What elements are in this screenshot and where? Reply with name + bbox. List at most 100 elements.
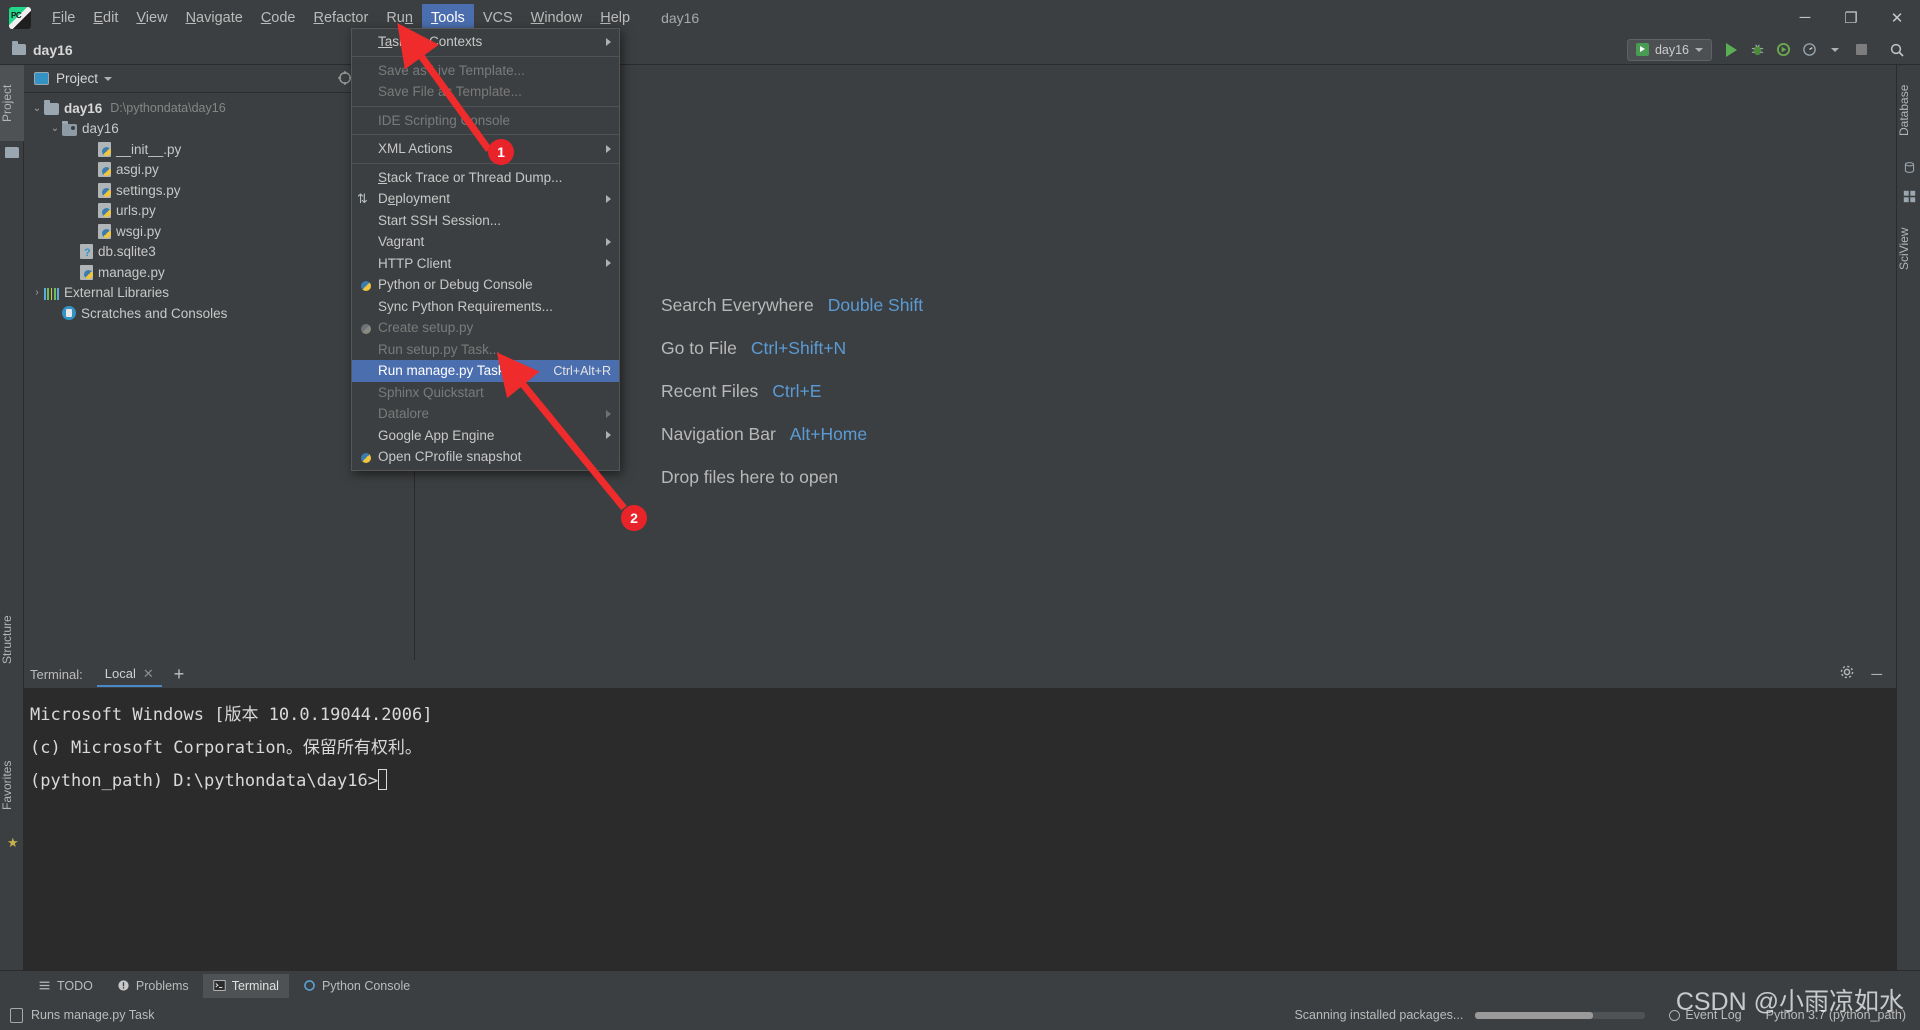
menu-item-start-ssh-session[interactable]: Start SSH Session... bbox=[352, 210, 619, 232]
menu-item-vagrant[interactable]: Vagrant bbox=[352, 231, 619, 253]
folder-icon[interactable] bbox=[5, 147, 19, 159]
menu-item-label: Stack Trace or Thread Dump... bbox=[378, 169, 563, 185]
menu-item-deployment[interactable]: ⇅ Deployment bbox=[352, 188, 619, 210]
source-folder-icon bbox=[62, 120, 77, 136]
submenu-arrow-icon bbox=[606, 194, 611, 203]
terminal-tool-window: Terminal: Local ✕ + ─ Microsoft Windows … bbox=[24, 660, 1896, 970]
menu-item-run-manage-py-task[interactable]: Run manage.py Task... Ctrl+Alt+R bbox=[352, 360, 619, 382]
run-button[interactable] bbox=[1718, 37, 1744, 63]
run-config-label: day16 bbox=[1654, 42, 1689, 57]
menu-item-label: Save File as Template... bbox=[378, 84, 522, 100]
chevron-icon[interactable]: › bbox=[30, 287, 44, 298]
close-icon[interactable]: ✕ bbox=[143, 666, 154, 682]
maximize-button[interactable]: ❐ bbox=[1828, 0, 1874, 35]
annotation-badge-1: 1 bbox=[488, 139, 514, 165]
menu-item-xml-actions[interactable]: XML Actions bbox=[352, 138, 619, 160]
submenu-arrow-icon bbox=[606, 409, 611, 418]
tree-node-label: External Libraries bbox=[64, 285, 170, 301]
menu-item-http-client[interactable]: HTTP Client bbox=[352, 253, 619, 275]
bottom-tab-problems[interactable]: Problems bbox=[107, 974, 199, 998]
tree-node-label: manage.py bbox=[98, 264, 165, 280]
database-file-icon bbox=[80, 244, 93, 260]
left-tool-strip: Project Structure Favorites ★ bbox=[0, 65, 24, 970]
right-tool-strip: Database SciView bbox=[1896, 65, 1920, 970]
bottom-tab-terminal[interactable]: Terminal bbox=[202, 973, 289, 998]
menu-separator bbox=[352, 134, 619, 135]
terminal-tab-local[interactable]: Local ✕ bbox=[96, 662, 162, 687]
sidebar-tab-sciview[interactable]: SciView bbox=[1897, 213, 1920, 285]
menu-item-shortcut: Ctrl+Alt+R bbox=[553, 363, 611, 378]
menu-item-label: Sphinx Quickstart bbox=[378, 384, 484, 400]
libraries-icon bbox=[44, 287, 59, 301]
progress-fill bbox=[1475, 1011, 1594, 1019]
close-button[interactable]: ✕ bbox=[1874, 0, 1920, 35]
run-coverage-button[interactable] bbox=[1770, 37, 1796, 63]
profile-button[interactable] bbox=[1796, 37, 1822, 63]
tree-node-label: Scratches and Consoles bbox=[81, 305, 228, 321]
menu-edit[interactable]: Edit bbox=[84, 4, 127, 32]
python-file-icon bbox=[98, 162, 111, 178]
minimize-button[interactable]: ─ bbox=[1782, 0, 1828, 35]
menu-item-google-app-engine[interactable]: Google App Engine bbox=[352, 425, 619, 447]
todo-icon bbox=[38, 979, 51, 992]
run-configuration-selector[interactable]: day16 bbox=[1626, 38, 1712, 61]
stop-button[interactable] bbox=[1848, 37, 1874, 63]
breadcrumb[interactable]: day16 bbox=[33, 42, 73, 58]
tools-menu-popup: Tasks & Contexts Save as Live Template...… bbox=[351, 28, 620, 471]
menu-item-label: IDE Scripting Console bbox=[378, 112, 511, 128]
sidebar-tab-project[interactable]: Project bbox=[0, 65, 24, 141]
menu-item-stack-trace-or-thread-dump[interactable]: Stack Trace or Thread Dump... bbox=[352, 167, 619, 189]
gear-icon[interactable] bbox=[1839, 664, 1855, 684]
menu-item-sync-python-requirements[interactable]: Sync Python Requirements... bbox=[352, 296, 619, 318]
sidebar-tab-database[interactable]: Database bbox=[1897, 71, 1920, 149]
watermark: CSDN @小雨凉如水 bbox=[1675, 988, 1904, 1016]
tree-node-label: db.sqlite3 bbox=[98, 244, 156, 260]
stop-icon bbox=[1855, 44, 1867, 55]
menu-view[interactable]: View bbox=[127, 4, 176, 32]
database-icon[interactable] bbox=[1903, 161, 1917, 173]
chevron-down-icon[interactable] bbox=[104, 76, 113, 81]
debug-button[interactable] bbox=[1744, 37, 1770, 63]
terminal-header-actions: ─ bbox=[1839, 664, 1896, 684]
progress-bar bbox=[1475, 1011, 1646, 1019]
grid-icon[interactable] bbox=[1903, 190, 1917, 203]
bottom-tab-todo[interactable]: TODO bbox=[28, 974, 103, 998]
sidebar-tab-favorites[interactable]: Favorites bbox=[0, 745, 24, 825]
menu-item-open-cprofile-snapshot[interactable]: Open CProfile snapshot bbox=[352, 446, 619, 468]
welcome-hint-label: Search Everywhere bbox=[661, 295, 814, 315]
menu-item-sphinx-quickstart: Sphinx Quickstart bbox=[352, 382, 619, 404]
menu-item-label: Vagrant bbox=[378, 234, 425, 250]
chevron-icon[interactable]: ⌄ bbox=[30, 103, 44, 114]
search-button[interactable] bbox=[1884, 37, 1910, 63]
menu-item-tasks-contexts[interactable]: Tasks & Contexts bbox=[352, 31, 619, 53]
terminal-label: Terminal: bbox=[30, 666, 83, 682]
tree-node-label: asgi.py bbox=[116, 162, 159, 178]
terminal-tab-label: Local bbox=[104, 666, 136, 681]
welcome-hint-row: Search Everywhere Double Shift bbox=[661, 295, 923, 316]
bottom-tab-python-console[interactable]: Python Console bbox=[293, 974, 420, 998]
menu-item-label: Google App Engine bbox=[378, 427, 495, 443]
menu-item-label: Save as Live Template... bbox=[378, 62, 525, 78]
profile-dropdown[interactable] bbox=[1822, 37, 1848, 63]
menu-code[interactable]: Code bbox=[252, 4, 305, 32]
menu-item-label: Start SSH Session... bbox=[378, 212, 502, 228]
welcome-hint-shortcut: Double Shift bbox=[827, 295, 924, 315]
sidebar-tab-structure[interactable]: Structure bbox=[0, 600, 24, 680]
submenu-arrow-icon bbox=[606, 431, 611, 440]
menu-item-python-or-debug-console[interactable]: Python or Debug Console bbox=[352, 274, 619, 296]
drop-files-hint: Drop files here to open bbox=[661, 467, 839, 487]
submenu-arrow-icon bbox=[606, 259, 611, 268]
python-file-icon bbox=[98, 223, 111, 239]
welcome-hint-shortcut: Ctrl+E bbox=[772, 381, 822, 401]
star-icon: ★ bbox=[7, 835, 19, 850]
plus-icon[interactable]: + bbox=[174, 665, 185, 683]
menu-file[interactable]: File bbox=[43, 4, 84, 32]
menu-navigate[interactable]: Navigate bbox=[177, 4, 252, 32]
python-file-icon bbox=[80, 264, 93, 280]
chevron-icon[interactable]: ⌄ bbox=[48, 123, 62, 134]
minimize-icon[interactable]: ─ bbox=[1871, 666, 1882, 683]
editor-empty-area: Search Everywhere Double Shift Go to File C… bbox=[416, 65, 1896, 660]
menu-item-label: Create setup.py bbox=[378, 320, 474, 336]
bottom-tab-label: Terminal bbox=[231, 978, 279, 993]
terminal-output[interactable]: Microsoft Windows [版本 10.0.19044.2006] (c… bbox=[24, 689, 1896, 970]
